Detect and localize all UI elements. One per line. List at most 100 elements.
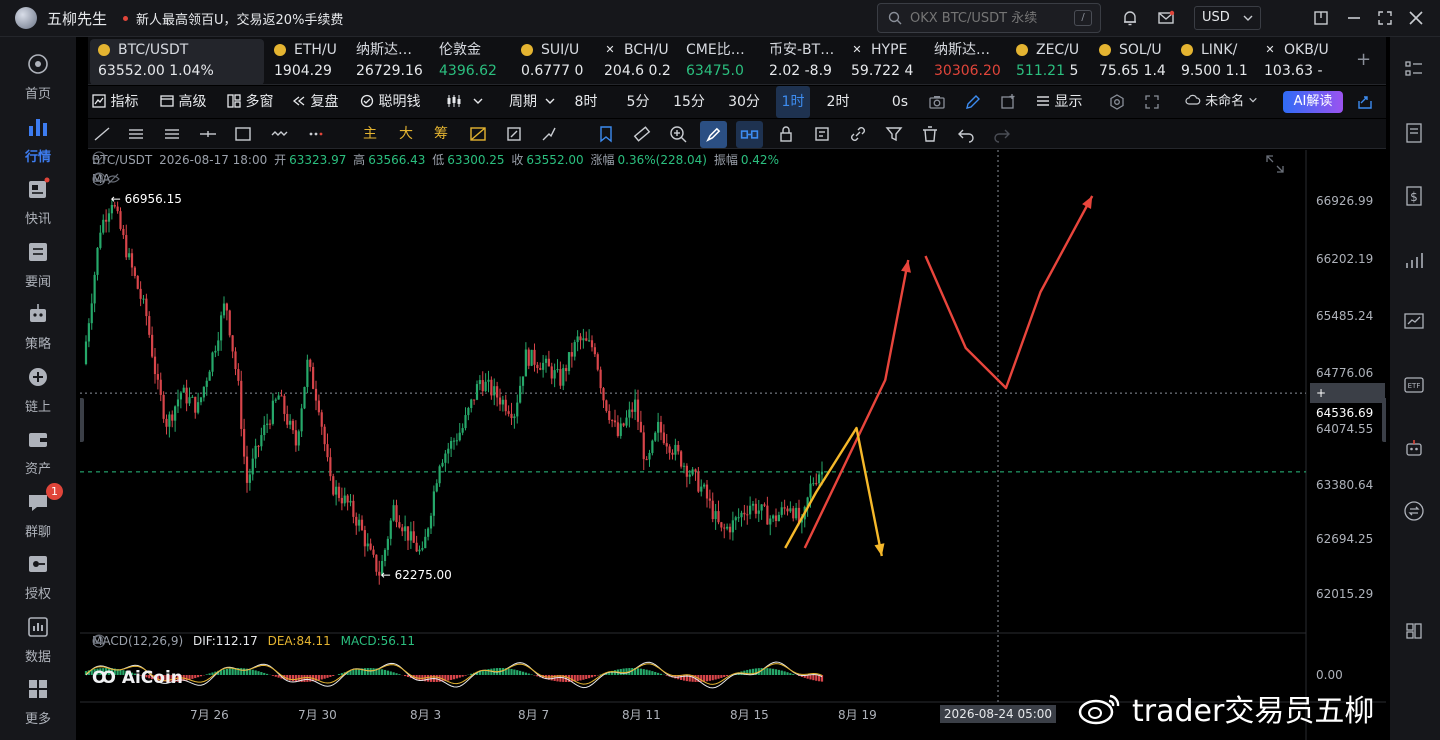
lock-drawings-toggle[interactable] [736, 121, 763, 148]
price-chart[interactable] [80, 150, 1386, 740]
bot-icon[interactable] [1402, 436, 1426, 460]
alert-bell-icon[interactable] [92, 172, 105, 185]
interval-2[interactable]: 15分 [667, 86, 711, 118]
smart-money-button[interactable]: 聪明钱 [360, 86, 420, 118]
ticker-tab-12[interactable]: LINK/9.500 1.1 [1181, 39, 1258, 85]
trash-icon[interactable] [918, 122, 942, 146]
ticker-tab-1[interactable]: ETH/U 1904.29 [274, 39, 351, 85]
dollar-doc-icon[interactable]: $ [1402, 184, 1426, 208]
monitor-chart-icon[interactable] [1402, 310, 1426, 334]
display-button[interactable]: 显示 [1036, 86, 1082, 118]
interval-0[interactable]: 8时 [570, 86, 602, 118]
expand-chart-icon[interactable] [1264, 153, 1286, 175]
minimize-icon[interactable] [1345, 9, 1363, 27]
search-input[interactable] [910, 10, 1070, 26]
sidebar-item-8[interactable]: 授权 [0, 545, 76, 602]
redo-icon[interactable] [990, 122, 1014, 146]
ticker-tab-13[interactable]: ✕ OKB/U 103.63 - [1264, 39, 1341, 85]
sidebar-item-9[interactable]: 数据 [0, 608, 76, 665]
signal-bars-icon[interactable] [1402, 248, 1426, 272]
ticker-tab-10[interactable]: ZEC/U 511.21 5 [1016, 39, 1093, 85]
lightning-icon[interactable] [537, 122, 561, 146]
search-box[interactable]: / [877, 3, 1101, 33]
chart-type-select[interactable] [446, 86, 484, 118]
measure-icon[interactable] [630, 122, 654, 146]
period-select[interactable]: 周期 [509, 86, 556, 118]
collapse-chevron-icon[interactable] [92, 151, 106, 165]
swap-icon[interactable] [1402, 499, 1426, 523]
hide-eye-icon[interactable] [106, 172, 120, 186]
add-note-icon[interactable] [999, 93, 1017, 111]
pen-icon[interactable] [964, 93, 982, 111]
sidebar-item-0[interactable]: 首页 [0, 45, 76, 102]
camera-icon[interactable] [928, 93, 946, 111]
ticker-tab-8[interactable]: ✕ HYPE 59.722 4 [851, 39, 928, 85]
ticker-tab-11[interactable]: SOL/U 75.65 1.4 [1099, 39, 1176, 85]
advanced-button[interactable]: 高级 [160, 86, 206, 118]
chips-tool[interactable]: 筹 [434, 123, 448, 143]
share-icon[interactable] [1356, 93, 1374, 111]
ticker-tab-0[interactable]: BTC/USDT 63552.00 1.04% [90, 39, 264, 85]
ticker-tab-4[interactable]: SUI/U 0.6777 0 [521, 39, 598, 85]
pattern-icon[interactable] [268, 122, 292, 146]
interval-6[interactable]: 0s [888, 86, 912, 118]
more-tools-icon[interactable] [304, 122, 328, 146]
interval-5[interactable]: 2时 [821, 86, 855, 118]
ticker-tab-9[interactable]: 纳斯达… 30306.20 [934, 39, 1011, 85]
promo-banner[interactable]: 新人最高领百U，交易返20%手续费 [136, 9, 343, 28]
sidebar-item-5[interactable]: 链上 [0, 358, 76, 415]
lock-icon[interactable] [774, 122, 798, 146]
big-order-tool[interactable]: 大 [399, 123, 413, 143]
trend-line-icon[interactable] [90, 122, 114, 146]
ruler-icon[interactable] [466, 122, 490, 146]
bookmark-icon[interactable] [594, 122, 618, 146]
template-icon[interactable] [810, 122, 834, 146]
interval-4[interactable]: 1时 [776, 86, 810, 118]
sidebar-item-3[interactable]: 要闻 [0, 233, 76, 290]
mail-icon[interactable] [1157, 9, 1175, 27]
ticker-tab-2[interactable]: 纳斯达… 26729.16 [356, 39, 433, 85]
rectangle-icon[interactable] [231, 122, 255, 146]
replay-button[interactable]: 复盘 [292, 86, 338, 118]
zoom-in-icon[interactable] [666, 122, 690, 146]
indicator-button[interactable]: 指标 [92, 86, 138, 118]
layout-name-select[interactable]: 未命名 [1185, 86, 1258, 118]
etf-icon[interactable]: ETF [1402, 373, 1426, 397]
channel-icon[interactable] [160, 122, 184, 146]
alert-bell-icon[interactable] [92, 634, 105, 647]
fullscreen-icon[interactable] [1143, 93, 1161, 111]
window-split-icon[interactable] [1312, 9, 1330, 27]
ticker-tab-3[interactable]: 伦敦金 4396.62 [439, 39, 516, 85]
multi-window-button[interactable]: 多窗 [227, 86, 273, 118]
layout-grid-icon[interactable] [1402, 619, 1426, 643]
sidebar-item-2[interactable]: 快讯 [0, 170, 76, 227]
settings-gear-icon[interactable] [1108, 93, 1126, 111]
add-tab-icon[interactable]: + [1356, 49, 1371, 70]
main-chart-tool[interactable]: 主 [363, 123, 377, 143]
chart-area[interactable]: BTC/USDT 2026-08-17 18:00 开 63323.97 高 635… [80, 150, 1386, 740]
draw-mode-toggle[interactable] [700, 121, 727, 148]
ticker-tab-5[interactable]: ✕ BCH/U 204.6 0.2 [604, 39, 681, 85]
document-icon[interactable] [1402, 121, 1426, 145]
close-icon[interactable] [1407, 9, 1425, 27]
magnet-icon[interactable] [502, 122, 526, 146]
ticker-tab-7[interactable]: 币安-BT… 2.02 -8.9 [769, 39, 846, 85]
undo-icon[interactable] [954, 122, 978, 146]
filter-icon[interactable] [882, 122, 906, 146]
ai-interpret-button[interactable]: AI解读 [1283, 91, 1343, 113]
sidebar-item-10[interactable]: 更多 [0, 670, 76, 727]
interval-1[interactable]: 5分 [619, 86, 657, 118]
notification-bell-icon[interactable] [1121, 9, 1139, 27]
currency-select[interactable]: USD [1194, 6, 1261, 30]
parallel-lines-icon[interactable] [124, 122, 148, 146]
sidebar-item-1[interactable]: 行情 [0, 108, 76, 165]
sidebar-item-7[interactable]: 群聊 1 [0, 482, 76, 540]
horizontal-line-icon[interactable] [196, 122, 220, 146]
sidebar-item-4[interactable]: 策略 [0, 295, 76, 352]
sidebar-item-6[interactable]: 资产 [0, 420, 76, 477]
watchlist-icon[interactable] [1402, 57, 1426, 81]
ticker-tab-6[interactable]: CME比… 63475.0 [686, 39, 763, 85]
maximize-icon[interactable] [1376, 9, 1394, 27]
interval-3[interactable]: 30分 [722, 86, 766, 118]
link-icon[interactable] [846, 122, 870, 146]
